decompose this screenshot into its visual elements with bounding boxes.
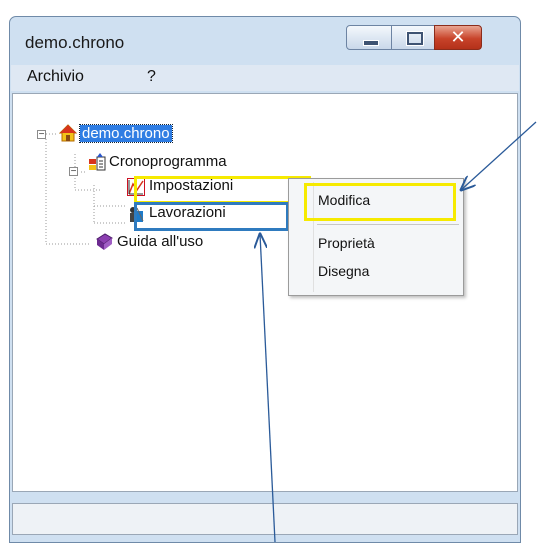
callout-arrows <box>0 121 537 543</box>
arrow-to-lavorazioni <box>260 234 276 543</box>
arrow-to-modifica <box>461 121 537 190</box>
